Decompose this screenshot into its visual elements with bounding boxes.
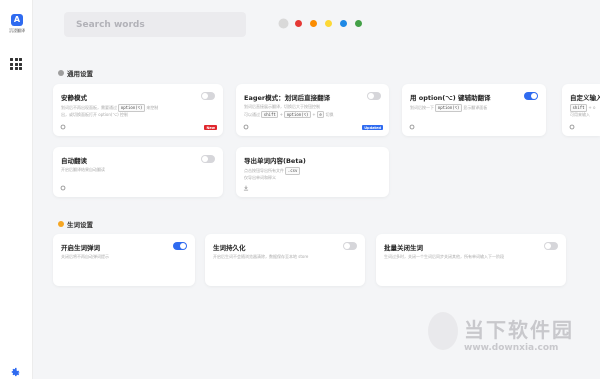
wordbook-settings-icon (58, 221, 64, 227)
csv-tag: .csv (285, 167, 300, 175)
logo-icon: A (11, 14, 23, 26)
apps-grid-icon[interactable] (10, 58, 22, 70)
card-option-key: 用 option(⌥) 键辅助翻译 划词后按一下 option(⌥) 显示翻译面… (402, 84, 546, 136)
card-title: 批量关闭生词 (384, 244, 423, 252)
theme-swatch[interactable] (280, 20, 287, 27)
sidebar: A 沉浸翻译 (0, 0, 33, 379)
quiet-mode-toggle[interactable] (201, 92, 215, 100)
section-wordbook-title: 生词设置 (58, 219, 93, 229)
new-badge: New (204, 125, 217, 130)
desc-text: 可以通过 (244, 111, 260, 117)
card-custom-input: 自定义输入 shift + o 可用来输入 (562, 84, 600, 136)
settings-gear-icon[interactable] (10, 367, 21, 378)
watermark-url: www.downxia.com (464, 343, 559, 353)
card-description: 划词后直接展示翻译，切换后大于按钮控制 可以通过 shift + option(… (244, 104, 334, 119)
watermark-text: 当下软件园 (464, 318, 574, 342)
card-title: 导出单词内容(Beta) (244, 157, 306, 165)
card-wordbook-popup: 开启生词弹词 关闭后将不再自动弹词提示 (53, 234, 195, 286)
card-wordbook-batch-close: 批量关闭生词 生词过多时，关闭一个生词后同步关闭其他，所有单词输入下一阶段 (376, 234, 566, 286)
desc-text: 显示翻译面板 (463, 105, 488, 110)
wordbook-popup-toggle[interactable] (173, 242, 187, 250)
card-title: 生词持久化 (213, 244, 246, 252)
desc-text: 划词后按一下 (410, 105, 434, 110)
desc-text: 切换 (325, 111, 334, 117)
card-description: 点击按钮导出所有文件 .csv 仅导出单词和释义 (244, 167, 300, 182)
wordbook-persist-toggle[interactable] (343, 242, 357, 250)
card-wordbook-persist: 生词持久化 开启后生词不会随浏览器清除，数据保存至本地 store (205, 234, 365, 286)
card-title: 安静模式 (61, 94, 87, 102)
card-export-words: 导出单词内容(Beta) 点击按钮导出所有文件 .csv 仅导出单词和释义 (236, 147, 389, 197)
download-icon[interactable] (243, 185, 249, 191)
watermark-logo-icon (428, 312, 458, 350)
card-description: 开启后翻译结果自动翻读 (61, 167, 105, 172)
theme-swatch[interactable] (295, 20, 302, 27)
card-eager-mode: Eager模式：划词后直接翻译 划词后直接展示翻译，切换后大于按钮控制 可以通过… (236, 84, 389, 136)
desc-text: 仅导出单词和释义 (244, 174, 276, 180)
updated-badge: Updated (362, 125, 383, 130)
card-title: 自定义输入 (570, 94, 600, 102)
auto-read-toggle[interactable] (201, 155, 215, 163)
desc-text: 出，或切换面板打开 option(⌥) 控制 (61, 111, 128, 117)
shift-key: shift (570, 104, 588, 112)
desc-text: 点击按钮导出所有文件 (244, 168, 284, 173)
desc-text: 来控制 (146, 105, 159, 110)
card-auto-read: 自动翻读 开启后翻译结果自动翻读 (53, 147, 223, 197)
card-description: 开启后生词不会随浏览器清除，数据保存至本地 store (213, 254, 309, 259)
theme-swatch[interactable] (340, 20, 347, 27)
card-quiet-mode: 安静模式 划词后不再出现面板，需要通过 option(⌥) 来控制 出，或切换面… (53, 84, 223, 136)
card-settings-icon[interactable] (243, 124, 249, 130)
card-settings-icon[interactable] (60, 124, 66, 130)
option-key-toggle[interactable] (524, 92, 538, 100)
section-general-title: 通用设置 (58, 68, 93, 78)
section-general-label: 通用设置 (67, 70, 93, 78)
option-key: option(⌥) (284, 110, 311, 119)
desc-text: 划词后直接展示翻译，切换后大于按钮控制 (244, 104, 320, 109)
eager-mode-toggle[interactable] (367, 92, 381, 100)
card-description: shift + o 可用来输入 (570, 104, 595, 119)
card-description: 关闭后将不再自动弹词提示 (61, 254, 109, 259)
theme-swatch[interactable] (355, 20, 362, 27)
desc-text: 可用来输入 (570, 111, 590, 117)
card-description: 划词后不再出现面板，需要通过 option(⌥) 来控制 出，或切换面板打开 o… (61, 104, 158, 119)
theme-color-picker (280, 20, 362, 27)
card-title: 开启生词弹词 (61, 244, 100, 252)
shift-key: shift (261, 110, 279, 119)
desc-text: 划词后不再出现面板，需要通过 (61, 105, 117, 110)
card-title: 自动翻读 (61, 157, 87, 165)
watermark: 当下软件园 www.downxia.com (428, 312, 588, 372)
card-settings-icon[interactable] (60, 185, 66, 191)
e-key: e (316, 110, 325, 119)
theme-swatch[interactable] (310, 20, 317, 27)
card-title: Eager模式：划词后直接翻译 (244, 94, 331, 102)
card-settings-icon[interactable] (569, 124, 575, 130)
section-wordbook-label: 生词设置 (67, 221, 93, 229)
option-key: option(⌥) (118, 104, 145, 112)
wordbook-batch-toggle[interactable] (544, 242, 558, 250)
card-settings-icon[interactable] (409, 124, 415, 130)
card-title: 用 option(⌥) 键辅助翻译 (410, 94, 491, 102)
card-description: 划词后按一下 option(⌥) 显示翻译面板 (410, 104, 487, 112)
app-logo[interactable]: A 沉浸翻译 (7, 14, 27, 38)
card-description: 生词过多时，关闭一个生词后同步关闭其他，所有单词输入下一阶段 (384, 254, 504, 259)
general-settings-icon (58, 70, 64, 76)
search-input[interactable] (64, 12, 246, 37)
desc-text: + o (588, 105, 596, 110)
option-key: option(⌥) (435, 104, 462, 112)
theme-swatch[interactable] (325, 20, 332, 27)
logo-text: 沉浸翻译 (9, 28, 25, 33)
